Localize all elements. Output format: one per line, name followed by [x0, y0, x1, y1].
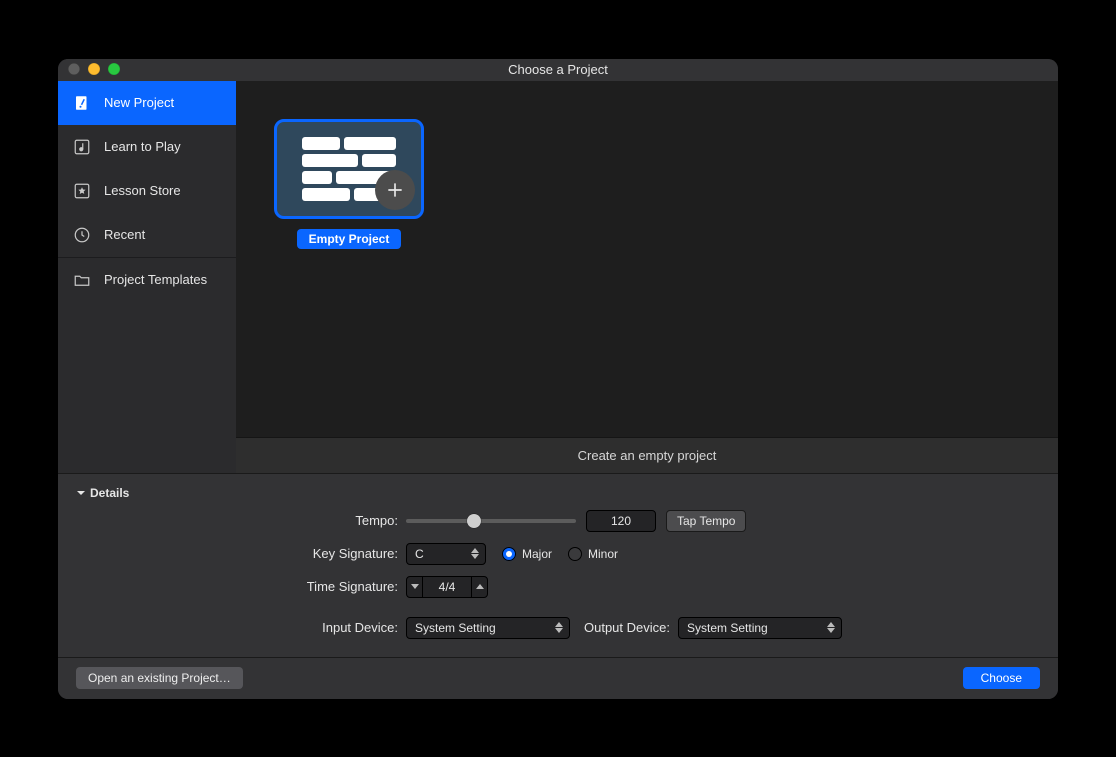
folder-icon	[72, 270, 92, 290]
sidebar-item-label: Learn to Play	[104, 139, 181, 154]
tempo-slider-thumb[interactable]	[467, 514, 481, 528]
template-thumbnail	[274, 119, 424, 219]
time-signature-stepper[interactable]: 4/4	[406, 576, 488, 598]
key-signature-value: C	[415, 547, 424, 561]
sidebar-item-lesson-store[interactable]: Lesson Store	[58, 169, 236, 213]
key-signature-select[interactable]: C	[406, 543, 486, 565]
sidebar-item-learn-to-play[interactable]: Learn to Play	[58, 125, 236, 169]
radio-dot-icon	[568, 547, 582, 561]
updown-icon	[825, 618, 837, 638]
radio-minor-label: Minor	[588, 547, 618, 561]
sidebar-item-label: Recent	[104, 227, 145, 242]
choose-button[interactable]: Choose	[963, 667, 1040, 689]
details-panel: Details Tempo: 120 Tap Tempo Key Signatu…	[58, 473, 1058, 657]
footer: Open an existing Project… Choose	[58, 657, 1058, 699]
template-empty-project[interactable]: Empty Project	[274, 119, 424, 249]
window-controls	[68, 63, 120, 75]
window-title: Choose a Project	[508, 62, 608, 77]
radio-major-label: Major	[522, 547, 552, 561]
tempo-value-field[interactable]: 120	[586, 510, 656, 532]
window-body: New Project Learn to Play	[58, 81, 1058, 473]
time-signature-label: Time Signature:	[76, 579, 406, 594]
triangle-down-icon	[76, 488, 86, 498]
sidebar-item-label: New Project	[104, 95, 174, 110]
tap-tempo-button[interactable]: Tap Tempo	[666, 510, 746, 532]
key-mode-radio-group: Major Minor	[502, 547, 618, 561]
radio-dot-icon	[502, 547, 516, 561]
sidebar: New Project Learn to Play	[58, 81, 236, 473]
input-device-label: Input Device:	[76, 620, 406, 635]
radio-minor[interactable]: Minor	[568, 547, 618, 561]
output-device-value: System Setting	[687, 621, 768, 635]
template-label: Empty Project	[297, 229, 402, 249]
clock-icon	[72, 225, 92, 245]
minimize-window-button[interactable]	[88, 63, 100, 75]
music-note-icon	[72, 137, 92, 157]
tempo-slider[interactable]	[406, 519, 576, 523]
tempo-label: Tempo:	[76, 513, 406, 528]
time-signature-value: 4/4	[439, 580, 456, 594]
output-device-select[interactable]: System Setting	[678, 617, 842, 639]
sidebar-item-label: Lesson Store	[104, 183, 181, 198]
details-disclosure[interactable]: Details	[76, 486, 1040, 500]
plus-icon	[375, 170, 415, 210]
template-grid: Empty Project	[236, 81, 1058, 437]
updown-icon	[469, 544, 481, 564]
sidebar-item-project-templates[interactable]: Project Templates	[58, 258, 236, 302]
stepper-decrement[interactable]	[407, 577, 423, 597]
output-device-label: Output Device:	[584, 620, 678, 635]
stepper-increment[interactable]	[471, 577, 487, 597]
main-panel: Empty Project Create an empty project	[236, 81, 1058, 473]
input-device-select[interactable]: System Setting	[406, 617, 570, 639]
template-description: Create an empty project	[236, 437, 1058, 473]
details-header-label: Details	[90, 486, 129, 500]
project-chooser-window: Choose a Project New Project	[58, 59, 1058, 699]
close-window-button[interactable]	[68, 63, 80, 75]
sidebar-item-recent[interactable]: Recent	[58, 213, 236, 257]
titlebar: Choose a Project	[58, 59, 1058, 81]
input-device-value: System Setting	[415, 621, 496, 635]
sidebar-item-new-project[interactable]: New Project	[58, 81, 236, 125]
guitar-file-icon	[72, 93, 92, 113]
zoom-window-button[interactable]	[108, 63, 120, 75]
radio-major[interactable]: Major	[502, 547, 552, 561]
sidebar-item-label: Project Templates	[104, 272, 207, 287]
star-box-icon	[72, 181, 92, 201]
open-existing-project-button[interactable]: Open an existing Project…	[76, 667, 243, 689]
key-signature-label: Key Signature:	[76, 546, 406, 561]
updown-icon	[553, 618, 565, 638]
